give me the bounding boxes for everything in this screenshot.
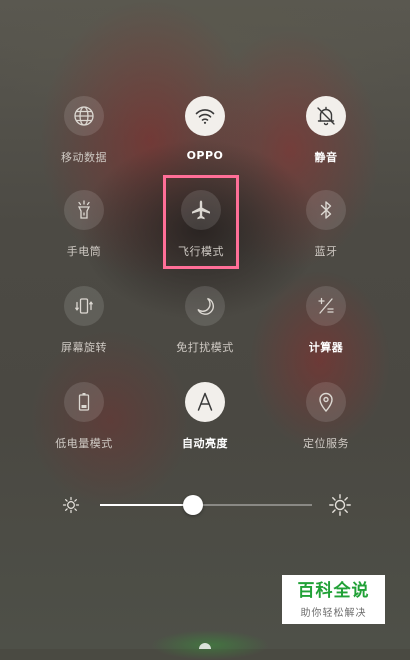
toggle-label: OPPO	[186, 149, 224, 162]
letter-a-icon	[185, 382, 225, 422]
toggle-mobile-data[interactable]: 移动数据	[34, 96, 134, 176]
toggle-location[interactable]: 定位服务	[276, 382, 376, 462]
toggle-flashlight[interactable]: 手电筒	[34, 190, 134, 270]
toggle-label: 蓝牙	[314, 245, 338, 258]
toggle-label: 手电筒	[66, 245, 102, 258]
globe-icon	[64, 96, 104, 136]
bell-muted-icon	[306, 96, 346, 136]
brightness-slider[interactable]	[0, 490, 410, 520]
sun-small-icon	[62, 496, 80, 514]
flashlight-icon	[64, 190, 104, 230]
battery-icon	[64, 382, 104, 422]
toggle-label: 定位服务	[303, 437, 349, 450]
watermark-subtitle: 助你轻松解决	[300, 607, 367, 619]
bluetooth-icon	[306, 190, 346, 230]
brightness-track-filled	[100, 504, 193, 506]
watermark-badge: 百科全说 助你轻松解决	[282, 575, 385, 624]
toggle-label: 计算器	[308, 341, 344, 354]
toggle-wifi[interactable]: OPPO	[155, 96, 255, 176]
panel-drag-handle[interactable]	[199, 643, 211, 649]
toggle-calculator[interactable]: 计算器	[276, 286, 376, 366]
sun-large-icon	[329, 494, 351, 516]
watermark-title: 百科全说	[297, 580, 370, 601]
toggle-label: 静音	[314, 151, 338, 164]
toggle-label: 自动亮度	[182, 437, 228, 450]
toggle-mute[interactable]: 静音	[276, 96, 376, 176]
location-pin-icon	[306, 382, 346, 422]
toggle-label: 免打扰模式	[176, 341, 234, 354]
calculator-icon	[306, 286, 346, 326]
moon-icon	[185, 286, 225, 326]
toggle-label: 低电量模式	[55, 437, 113, 450]
toggle-do-not-disturb[interactable]: 免打扰模式	[155, 286, 255, 366]
airplane-highlight-frame	[163, 175, 239, 269]
toggle-label: 屏幕旋转	[61, 341, 107, 354]
brightness-thumb[interactable]	[183, 495, 203, 515]
toggle-bluetooth[interactable]: 蓝牙	[276, 190, 376, 270]
toggle-auto-brightness[interactable]: 自动亮度	[155, 382, 255, 462]
screen-rotation-icon	[64, 286, 104, 326]
toggle-power-saving[interactable]: 低电量模式	[34, 382, 134, 462]
wifi-icon	[185, 96, 225, 136]
toggle-label: 移动数据	[61, 151, 107, 164]
brightness-track[interactable]	[193, 504, 312, 506]
toggle-screen-rotation[interactable]: 屏幕旋转	[34, 286, 134, 366]
